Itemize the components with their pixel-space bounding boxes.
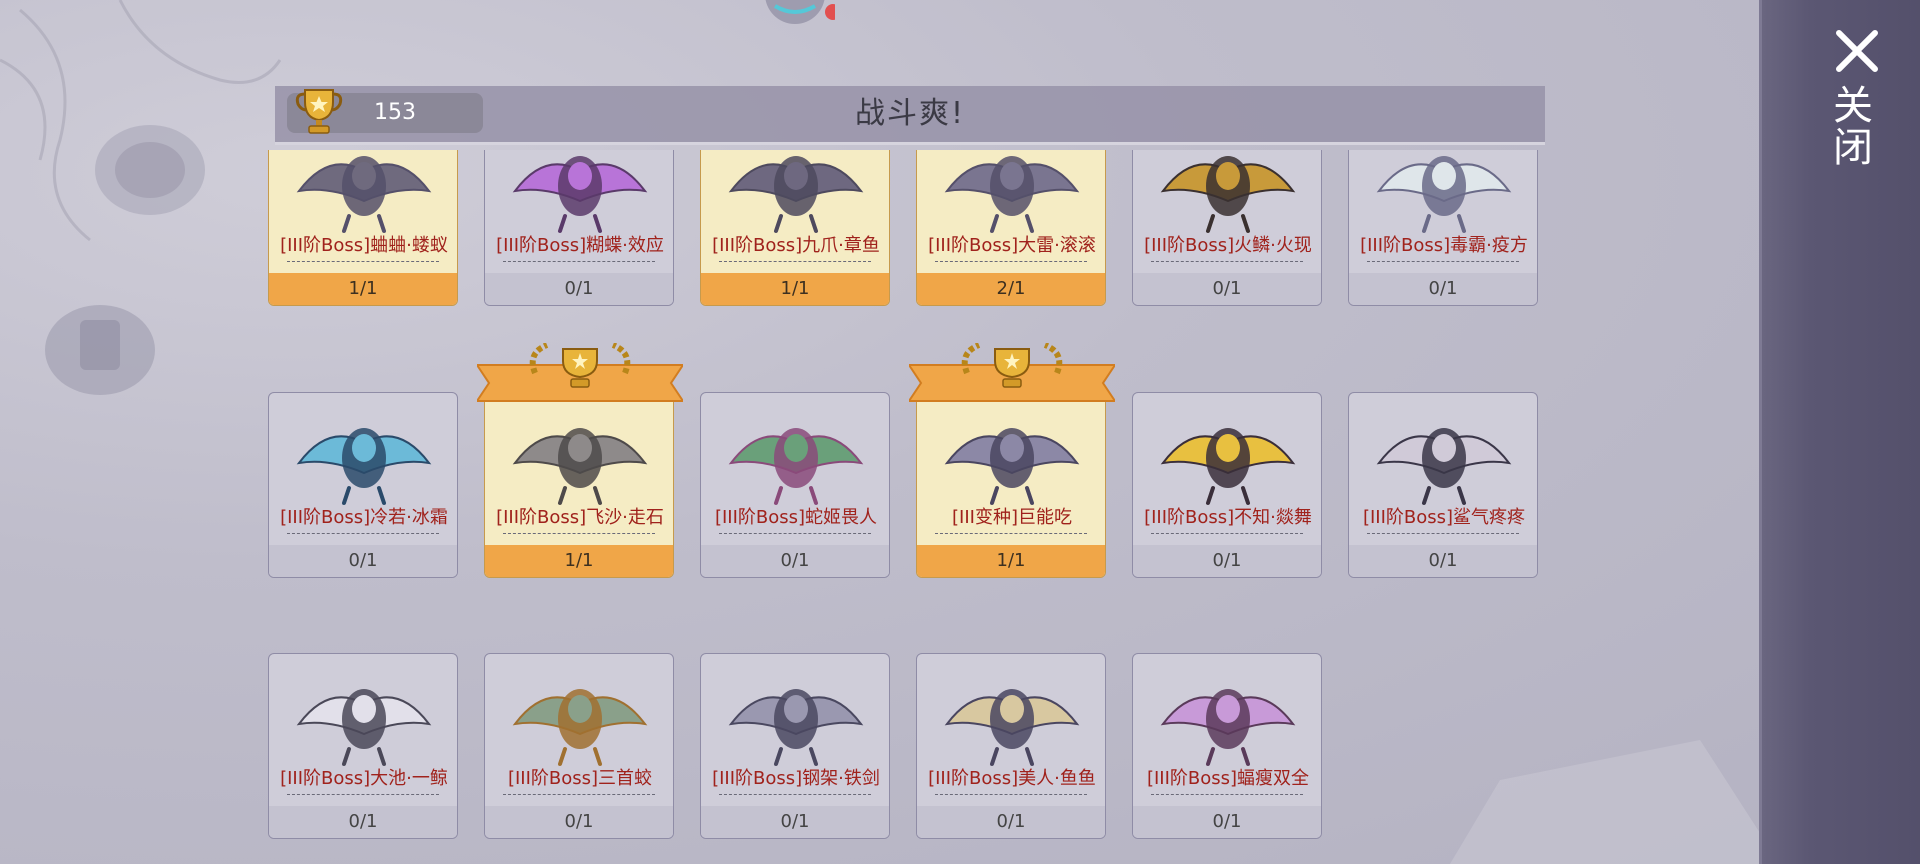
name-underline [935, 533, 1087, 534]
blob-mutant-icon [944, 428, 1080, 505]
completion-ribbon [477, 343, 683, 402]
boss-progress: 1/1 [269, 273, 457, 305]
boss-progress: 1/1 [917, 545, 1105, 577]
boss-card[interactable]: [III阶Boss]大池·一鲸 0/1 [268, 653, 458, 839]
boss-progress: 0/1 [701, 545, 889, 577]
name-underline [287, 261, 439, 262]
trophy-icon [295, 89, 343, 134]
name-underline [719, 261, 871, 262]
boss-card[interactable]: [III阶Boss]钢架·铁剑 0/1 [700, 653, 890, 839]
three-headed-serpent-icon [512, 689, 648, 766]
beetle-boss-icon [296, 156, 432, 233]
shark-boss-icon [1376, 428, 1512, 505]
boss-progress: 0/1 [485, 273, 673, 305]
boss-progress: 0/1 [1133, 273, 1321, 305]
boss-card[interactable]: [III阶Boss]蛐蛐·蝼蚁 1/1 [268, 150, 458, 306]
boss-card[interactable]: [III阶Boss]鲨气疼疼 0/1 [1348, 392, 1538, 578]
boss-card[interactable]: [III阶Boss]九爪·章鱼 1/1 [700, 150, 890, 306]
boss-name: [III阶Boss]大池·一鲸 [280, 768, 448, 789]
boss-name: [III阶Boss]飞沙·走石 [496, 507, 664, 528]
boss-progress: 0/1 [1133, 806, 1321, 838]
poison-wasp-boss-icon [1376, 156, 1512, 233]
boss-name: [III阶Boss]三首蛟 [507, 768, 653, 789]
boss-name: [III阶Boss]蛇姬畏人 [714, 507, 878, 528]
name-underline [719, 794, 871, 795]
name-underline [287, 794, 439, 795]
octopus-boss-icon [728, 156, 864, 233]
boss-progress: 0/1 [269, 545, 457, 577]
name-underline [503, 794, 655, 795]
boss-progress: 0/1 [485, 806, 673, 838]
boss-card[interactable]: [III阶Boss]蝠瘦双全 0/1 [1132, 653, 1322, 839]
name-underline [935, 794, 1087, 795]
boss-name: [III阶Boss]大雷·滚滚 [928, 235, 1096, 256]
snake-lady-boss-icon [728, 428, 864, 505]
boss-card[interactable]: [III阶Boss]毒霸·疫方 0/1 [1348, 150, 1538, 306]
boss-card[interactable]: [III阶Boss]蛇姬畏人 0/1 [700, 392, 890, 578]
boss-name: [III阶Boss]毒霸·疫方 [1360, 235, 1528, 256]
name-underline [1151, 261, 1303, 262]
boss-progress: 1/1 [701, 273, 889, 305]
boss-name: [III阶Boss]美人·鱼鱼 [928, 768, 1096, 789]
header-bar: 战斗爽! 153 [275, 86, 1545, 145]
close-icon[interactable] [1834, 28, 1880, 74]
boss-card[interactable]: [III变种]巨能吃 1/1 [909, 343, 1115, 578]
fire-dragon-boss-icon [1160, 156, 1296, 233]
boss-card[interactable]: [III阶Boss]飞沙·走石 1/1 [477, 343, 683, 578]
boss-progress: 1/1 [485, 545, 673, 577]
close-button[interactable]: 关闭 [1820, 84, 1878, 168]
boss-progress: 0/1 [1133, 545, 1321, 577]
name-underline [1151, 533, 1303, 534]
boss-name: [III阶Boss]鲨气疼疼 [1362, 507, 1526, 528]
boss-progress: 0/1 [1349, 273, 1537, 305]
bug-boss-icon [944, 156, 1080, 233]
boss-name: [III阶Boss]不知·燚舞 [1144, 507, 1312, 528]
name-underline [287, 533, 439, 534]
boss-achievement-grid: [III阶Boss]蛐蛐·蝼蚁 1/1 [III阶Boss]糊蝶·效应 0/1 [I… [268, 150, 1548, 864]
name-underline [935, 261, 1087, 262]
mermaid-boss-icon [944, 689, 1080, 766]
boss-card[interactable]: [III阶Boss]糊蝶·效应 0/1 [484, 150, 674, 306]
side-panel: 关闭 [1759, 0, 1920, 864]
boss-name: [III阶Boss]蛐蛐·蝼蚁 [280, 235, 448, 256]
boss-progress: 0/1 [1349, 545, 1537, 577]
boss-progress: 0/1 [269, 806, 457, 838]
sand-bat-boss-icon [512, 428, 648, 505]
whale-boss-icon [296, 689, 432, 766]
boss-name: [III阶Boss]冷若·冰霜 [280, 507, 448, 528]
top-ornament [765, 0, 835, 24]
boss-progress: 2/1 [917, 273, 1105, 305]
bat-boss-icon [1160, 689, 1296, 766]
boss-card[interactable]: [III阶Boss]大雷·滚滚 2/1 [916, 150, 1106, 306]
boss-card[interactable]: [III阶Boss]火鳞·火现 0/1 [1132, 150, 1322, 306]
boss-name: [III阶Boss]蝠瘦双全 [1146, 768, 1310, 789]
boss-card[interactable]: [III阶Boss]冷若·冰霜 0/1 [268, 392, 458, 578]
boss-name: [III阶Boss]火鳞·火现 [1144, 235, 1312, 256]
name-underline [719, 533, 871, 534]
name-underline [503, 533, 655, 534]
boss-progress: 0/1 [701, 806, 889, 838]
boss-name: [III变种]巨能吃 [952, 507, 1072, 528]
completion-ribbon [909, 343, 1115, 402]
boss-progress: 0/1 [917, 806, 1105, 838]
name-underline [1151, 794, 1303, 795]
name-underline [1367, 533, 1519, 534]
fire-dancer-boss-icon [1160, 428, 1296, 505]
boss-name: [III阶Boss]九爪·章鱼 [712, 235, 880, 256]
boss-name: [III阶Boss]钢架·铁剑 [712, 768, 880, 789]
steel-mech-boss-icon [728, 689, 864, 766]
ice-dragon-boss-icon [296, 428, 432, 505]
boss-name: [III阶Boss]糊蝶·效应 [496, 235, 664, 256]
boss-card[interactable]: [III阶Boss]不知·燚舞 0/1 [1132, 392, 1322, 578]
boss-card[interactable]: [III阶Boss]美人·鱼鱼 0/1 [916, 653, 1106, 839]
name-underline [503, 261, 655, 262]
boss-card[interactable]: [III阶Boss]三首蛟 0/1 [484, 653, 674, 839]
butterfly-boss-icon [512, 156, 648, 233]
name-underline [1367, 261, 1519, 262]
